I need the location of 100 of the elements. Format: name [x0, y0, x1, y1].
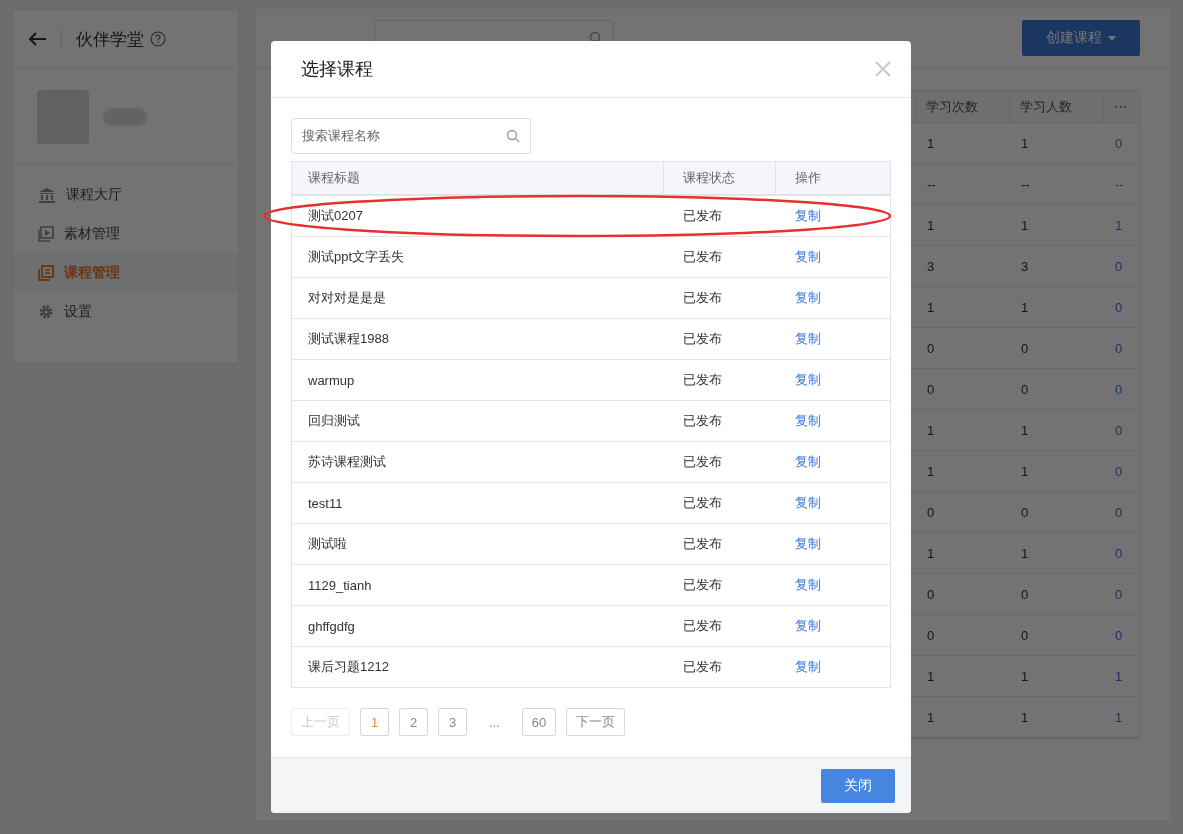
column-header: 课程状态 [663, 162, 775, 195]
table-cell: 1 [915, 656, 1009, 697]
copy-link[interactable]: 复制 [775, 606, 821, 646]
table-cell: 1 [1103, 697, 1139, 738]
table-cell-text: 对对对是是是 [307, 289, 386, 307]
copy-link[interactable]: 复制 [775, 565, 821, 605]
table-cell: 1 [1009, 697, 1103, 738]
table-cell: -- [1103, 164, 1139, 205]
table-cell: 1 [915, 287, 1009, 328]
sidebar-item[interactable]: 设置 [13, 292, 238, 331]
table-row[interactable]: 课后习题1212 已发布 复制 [292, 647, 890, 688]
table-cell: 0 [1103, 328, 1139, 369]
table-cell-text: 已发布 [682, 617, 722, 635]
pagination-ellipsis: ... [488, 714, 501, 730]
table-cell-text: 测试啦 [307, 535, 347, 553]
page-button[interactable]: 2 [399, 708, 428, 736]
column-header: 学习次数 [915, 91, 1009, 123]
sidebar-item[interactable]: 课程大厅 [13, 175, 238, 214]
table-cell-text: 已发布 [682, 412, 722, 430]
copy-link[interactable]: 复制 [775, 647, 821, 687]
table-cell-text: 1129_tianh [307, 576, 372, 595]
table-cell-text: 已发布 [682, 658, 722, 676]
table-cell: -- [915, 164, 1009, 205]
table-cell: 1 [1009, 287, 1103, 328]
table-cell-text: 已发布 [682, 453, 722, 471]
column-header: 学习人数 [1009, 91, 1103, 123]
table-cell-text: warmup [307, 371, 355, 390]
copy-link[interactable]: 复制 [775, 319, 821, 359]
table-row[interactable]: test11 已发布 复制 [292, 483, 890, 524]
copy-link[interactable]: 复制 [775, 360, 821, 400]
table-cell: 0 [1009, 328, 1103, 369]
table-cell: 0 [1103, 123, 1139, 164]
table-cell: 1 [915, 697, 1009, 738]
column-header: 操作 [775, 162, 890, 195]
table-cell-text: 已发布 [682, 576, 722, 594]
copy-link[interactable]: 复制 [775, 442, 821, 482]
page-button[interactable]: 1 [360, 708, 389, 736]
table-cell: 1 [1009, 205, 1103, 246]
table-cell: 1 [1009, 533, 1103, 574]
table-cell: 0 [915, 369, 1009, 410]
table-cell: 1 [915, 123, 1009, 164]
copy-link[interactable]: 复制 [775, 237, 821, 277]
app-title: 伙伴学堂 [76, 28, 144, 51]
table-cell: 0 [1103, 287, 1139, 328]
table-cell-text: 已发布 [682, 330, 722, 348]
table-row[interactable]: 1129_tianh 已发布 复制 [292, 565, 890, 606]
table-cell: 0 [1103, 574, 1139, 615]
copy-link[interactable]: 复制 [775, 196, 821, 236]
table-cell: 0 [915, 328, 1009, 369]
close-button[interactable]: 关闭 [821, 768, 895, 803]
table-cell: 1 [1009, 410, 1103, 451]
page-button[interactable]: 3 [438, 708, 467, 736]
table-cell: 0 [1009, 492, 1103, 533]
column-header: ⋯ [1103, 91, 1139, 123]
table-row[interactable]: 测试课程1988 已发布 复制 [292, 319, 890, 360]
table-row[interactable]: 苏诗课程测试 已发布 复制 [292, 442, 890, 483]
copy-link[interactable]: 复制 [775, 483, 821, 523]
table-cell: 0 [1103, 246, 1139, 287]
book-icon [38, 264, 54, 281]
table-cell: 0 [1009, 574, 1103, 615]
table-cell: 0 [1103, 451, 1139, 492]
table-cell: 1 [1009, 656, 1103, 697]
table-cell-text: 已发布 [682, 371, 722, 389]
table-cell: 0 [1103, 533, 1139, 574]
table-row[interactable]: 测试啦 已发布 复制 [292, 524, 890, 565]
copy-link[interactable]: 复制 [775, 401, 821, 441]
help-icon[interactable] [150, 31, 166, 47]
table-cell-text: 课后习题1212 [307, 658, 389, 676]
next-page-button[interactable]: 下一页 [566, 708, 626, 736]
table-cell: 1 [1009, 123, 1103, 164]
table-cell: 0 [1103, 369, 1139, 410]
table-cell: 3 [1009, 246, 1103, 287]
table-cell: 1 [1103, 656, 1139, 697]
search-field[interactable]: 搜索课程名称 [291, 118, 531, 154]
create-course-button[interactable]: 创建课程 [1022, 20, 1140, 56]
table-cell-text: 测试0207 [307, 207, 363, 225]
table-cell-text: test11 [307, 494, 343, 513]
caret-icon [1108, 35, 1116, 41]
table-row[interactable]: ghffgdfg 已发布 复制 [292, 606, 890, 647]
page-button[interactable]: 60 [521, 708, 557, 736]
table-row[interactable]: 回归测试 已发布 复制 [292, 401, 890, 442]
table-cell: 1 [915, 205, 1009, 246]
table-cell-text: 回归测试 [307, 412, 360, 430]
table-row[interactable]: warmup 已发布 复制 [292, 360, 890, 401]
table-cell: 0 [1009, 369, 1103, 410]
table-cell: 0 [1103, 615, 1139, 656]
table-cell-text: 测试课程1988 [307, 330, 389, 348]
table-cell: 0 [915, 574, 1009, 615]
copy-link[interactable]: 复制 [775, 278, 821, 318]
table-cell: 0 [1103, 410, 1139, 451]
table-cell: 1 [915, 410, 1009, 451]
table-cell-text: 已发布 [682, 207, 722, 225]
table-row[interactable]: 测试ppt文字丢失 已发布 复制 [292, 237, 890, 278]
table-cell-text: 已发布 [682, 535, 722, 553]
table-cell: 0 [915, 492, 1009, 533]
search-icon [506, 129, 520, 143]
copy-link[interactable]: 复制 [775, 524, 821, 564]
sidebar-item[interactable]: 素材管理 [13, 214, 238, 253]
back-arrow-icon[interactable] [29, 32, 47, 46]
table-row[interactable]: 对对对是是是 已发布 复制 [292, 278, 890, 319]
